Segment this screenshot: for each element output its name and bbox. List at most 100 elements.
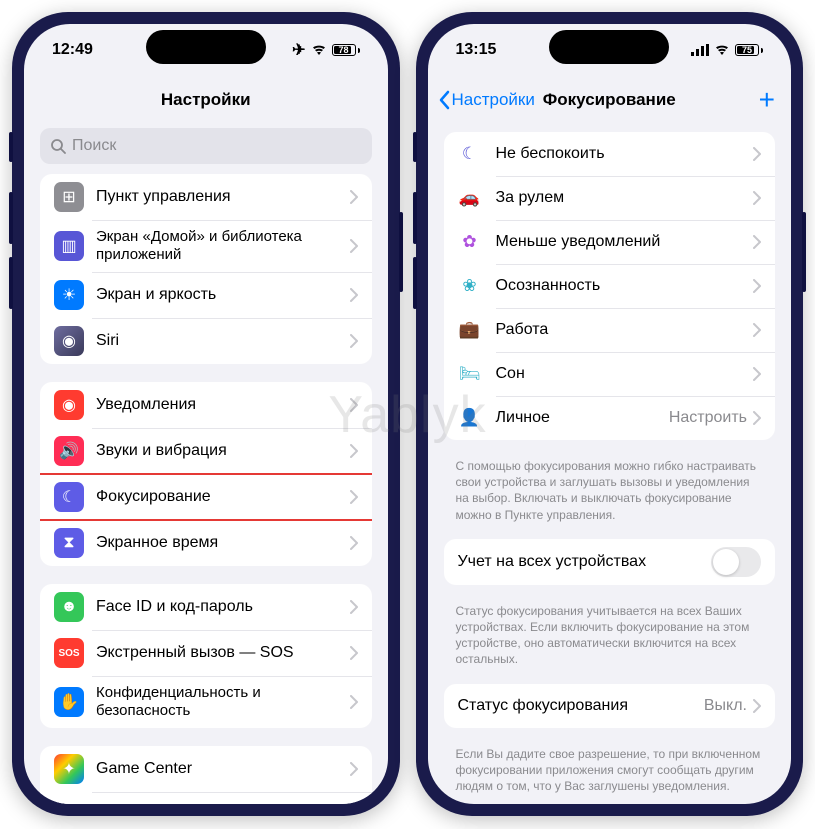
- row-label: Face ID и код-пароль: [96, 597, 350, 616]
- chevron-right-icon: [350, 646, 358, 660]
- chevron-right-icon: [753, 279, 761, 293]
- notifications-icon: ◉: [54, 390, 84, 420]
- row-label: Экстренный вызов — SOS: [96, 643, 350, 662]
- row-label: Работа: [496, 320, 754, 339]
- chevron-right-icon: [753, 411, 761, 425]
- settings-row[interactable]: ☻ Face ID и код-пароль: [40, 584, 372, 630]
- focus-mode-row[interactable]: 👤 ЛичноеНастроить: [444, 396, 776, 440]
- settings-row[interactable]: ◉ Уведомления: [40, 382, 372, 428]
- settings-group: ✦Game Center☁iCloud▭Wallet и Apple Pay: [40, 746, 372, 804]
- share-across-devices-row[interactable]: Учет на всех устройствах: [444, 539, 776, 585]
- chevron-right-icon: [753, 191, 761, 205]
- control-center-icon: ⊞: [54, 182, 84, 212]
- row-label: Меньше уведомлений: [496, 232, 754, 251]
- sleep-icon: 🛏: [458, 362, 482, 386]
- row-label: Siri: [96, 331, 350, 350]
- back-button[interactable]: Настройки: [438, 90, 535, 110]
- focus-mode-row[interactable]: ☾ Не беспокоить: [444, 132, 776, 176]
- settings-row[interactable]: ◉ Siri: [40, 318, 372, 364]
- settings-row[interactable]: ☁iCloud: [40, 792, 372, 804]
- chevron-right-icon: [753, 699, 761, 713]
- add-button[interactable]: +: [759, 86, 775, 114]
- row-label: Сон: [496, 364, 754, 383]
- privacy-icon: ✋: [54, 687, 84, 717]
- chevron-right-icon: [350, 398, 358, 412]
- chevron-right-icon: [350, 762, 358, 776]
- settings-row[interactable]: ✋Конфиденциальность и безопасность: [40, 676, 372, 728]
- screen-time-icon: ⧗: [54, 528, 84, 558]
- chevron-right-icon: [350, 239, 358, 253]
- settings-row[interactable]: ☀Экран и яркость: [40, 272, 372, 318]
- chevron-right-icon: [350, 288, 358, 302]
- personal-icon: 👤: [458, 406, 482, 430]
- help-text: Статус фокусирования учитывается на всех…: [456, 603, 764, 668]
- chevron-right-icon: [350, 600, 358, 614]
- row-label: Уведомления: [96, 395, 350, 414]
- focus-icon: ☾: [54, 482, 84, 512]
- siri-icon: ◉: [54, 326, 84, 356]
- status-time: 12:49: [52, 41, 93, 59]
- faceid-icon: ☻: [54, 592, 84, 622]
- reduce-icon: ✿: [458, 230, 482, 254]
- wifi-icon: [311, 44, 327, 56]
- focus-modes-group: ☾ Не беспокоить 🚗За рулем ✿ Меньше уведомлен…: [444, 132, 776, 440]
- chevron-right-icon: [350, 190, 358, 204]
- settings-row[interactable]: ☾ Фокусирование: [40, 474, 372, 520]
- settings-row[interactable]: ✦Game Center: [40, 746, 372, 792]
- row-value: Настроить: [669, 409, 747, 427]
- chevron-right-icon: [350, 695, 358, 709]
- nav-bar: Настройки: [24, 76, 388, 124]
- focus-mode-row[interactable]: 🛏 Сон: [444, 352, 776, 396]
- chevron-right-icon: [753, 235, 761, 249]
- page-title: Фокусирование: [543, 90, 676, 110]
- settings-row[interactable]: ▥Экран «Домой» и библиотека приложений: [40, 220, 372, 272]
- settings-group: ◉ Уведомления 🔊Звуки и вибрация ☾ Фокусирова…: [40, 382, 372, 566]
- work-icon: 💼: [458, 318, 482, 342]
- settings-group: ⊞ Пункт управления ▥Экран «Домой» и библио…: [40, 174, 372, 364]
- settings-row[interactable]: SOS Экстренный вызов — SOS: [40, 630, 372, 676]
- phone-settings: 12:49 ✈ 78 Настройки Поиск: [12, 12, 400, 816]
- chevron-right-icon: [753, 367, 761, 381]
- chevron-right-icon: [753, 147, 761, 161]
- row-label: Осознанность: [496, 276, 754, 295]
- status-value: Выкл.: [704, 697, 747, 715]
- battery-indicator: 75: [735, 44, 763, 56]
- settings-row[interactable]: ⧗ Экранное время: [40, 520, 372, 566]
- row-label: Не беспокоить: [496, 144, 754, 163]
- chevron-right-icon: [350, 536, 358, 550]
- settings-group: ☻ Face ID и код-пароль SOS Экстренный вызов…: [40, 584, 372, 728]
- phone-focus: 13:15 75 Настройки Фокусирование: [416, 12, 804, 816]
- row-label: Пункт управления: [96, 187, 350, 206]
- page-title: Настройки: [161, 90, 251, 110]
- dnd-icon: ☾: [458, 142, 482, 166]
- focus-mode-row[interactable]: ✿ Меньше уведомлений: [444, 220, 776, 264]
- status-time: 13:15: [456, 41, 497, 59]
- focus-mode-row[interactable]: 🚗За рулем: [444, 176, 776, 220]
- focus-status-row[interactable]: Статус фокусирования Выкл.: [444, 684, 776, 728]
- focus-mode-row[interactable]: ❀ Осознанность: [444, 264, 776, 308]
- cellular-icon: [691, 44, 709, 56]
- gamecenter-icon: ✦: [54, 754, 84, 784]
- wifi-icon: [714, 44, 730, 56]
- sos-icon: SOS: [54, 638, 84, 668]
- chevron-right-icon: [350, 444, 358, 458]
- mindfulness-icon: ❀: [458, 274, 482, 298]
- dynamic-island: [549, 30, 669, 64]
- share-toggle[interactable]: [711, 547, 761, 577]
- help-text: С помощью фокусирования можно гибко наст…: [456, 458, 764, 523]
- row-label: Экран «Домой» и библиотека приложений: [96, 228, 350, 264]
- battery-indicator: 78: [332, 44, 360, 56]
- row-label: Экранное время: [96, 533, 350, 552]
- display-icon: ☀: [54, 280, 84, 310]
- help-text: Если Вы дадите свое разрешение, то при в…: [456, 746, 764, 795]
- nav-bar: Настройки Фокусирование +: [428, 76, 792, 124]
- chevron-right-icon: [350, 490, 358, 504]
- row-label: За рулем: [496, 188, 754, 207]
- settings-row[interactable]: 🔊Звуки и вибрация: [40, 428, 372, 474]
- row-label: Фокусирование: [96, 487, 350, 506]
- settings-row[interactable]: ⊞ Пункт управления: [40, 174, 372, 220]
- search-input[interactable]: Поиск: [40, 128, 372, 164]
- focus-mode-row[interactable]: 💼 Работа: [444, 308, 776, 352]
- search-icon: [50, 138, 66, 154]
- row-label: Личное: [496, 408, 669, 427]
